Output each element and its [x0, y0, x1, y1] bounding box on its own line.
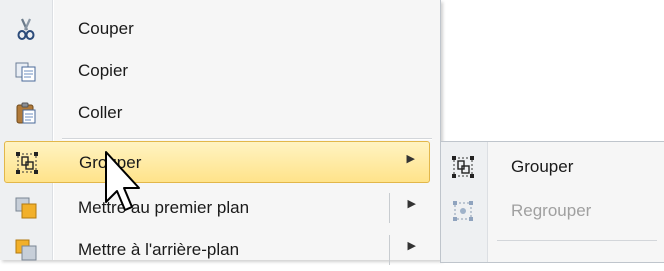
mouse-pointer-icon [104, 150, 144, 220]
submenu-arrow-icon: ▶ [406, 153, 415, 165]
menu-item-label: Copier [78, 61, 129, 80]
group-submenu: Grouper Regrouper [440, 141, 664, 263]
menu-item-bring-forward[interactable]: Mettre au premier plan ▶ [4, 187, 430, 229]
bring-forward-icon [14, 196, 38, 220]
submenu-item-regroup: Regrouper [443, 190, 661, 232]
menu-item-paste[interactable]: Coller [4, 92, 430, 134]
menu-item-cut[interactable]: Couper [4, 8, 430, 50]
submenu-separator [497, 240, 657, 241]
submenu-item-group[interactable]: Grouper [443, 146, 661, 188]
menu-item-group[interactable]: Grouper ▶ [4, 141, 430, 183]
submenu-arrow-icon: ▶ [407, 240, 416, 252]
split-divider [389, 193, 390, 223]
menu-item-label: Couper [78, 19, 134, 38]
group-icon [451, 155, 475, 179]
submenu-item-label: Grouper [511, 157, 574, 176]
menu-item-copy[interactable]: Copier [4, 50, 430, 92]
context-menu: Couper Copier Coller ▶ Mettre au premier… [0, 0, 441, 265]
group-icon [15, 151, 39, 175]
menu-item-label: Mettre à l'arrière-plan [78, 240, 240, 259]
split-divider [389, 235, 390, 265]
copy-icon [14, 59, 38, 83]
scissors-icon [14, 17, 38, 41]
paste-icon [14, 101, 38, 125]
send-backward-icon [14, 238, 38, 262]
regroup-icon [451, 199, 475, 223]
submenu-arrow-icon: ▶ [407, 198, 416, 210]
menu-item-send-backward[interactable]: Mettre à l'arrière-plan ▶ [4, 229, 430, 271]
submenu-item-label: Regrouper [511, 201, 592, 220]
menu-separator [62, 138, 432, 140]
menu-item-label: Coller [78, 103, 123, 122]
